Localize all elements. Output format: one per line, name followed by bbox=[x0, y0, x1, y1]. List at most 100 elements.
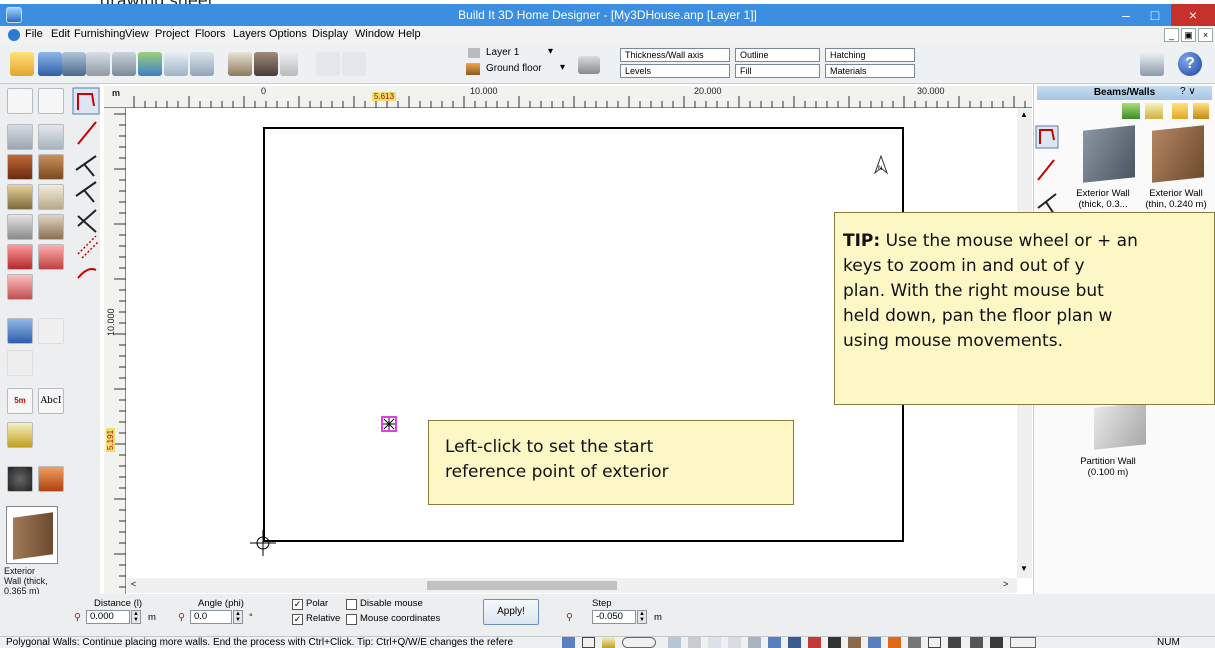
select-arrow-icon[interactable] bbox=[7, 88, 33, 114]
pipe-tool-icon[interactable] bbox=[38, 466, 64, 492]
menu-options[interactable]: Options bbox=[269, 28, 307, 40]
print-icon[interactable] bbox=[112, 52, 136, 76]
levels-dropdown[interactable]: Levels bbox=[620, 64, 730, 78]
help-icon[interactable]: ? bbox=[1178, 52, 1202, 76]
group-tool-icon[interactable] bbox=[7, 466, 33, 492]
mdi-close-button[interactable]: × bbox=[1198, 28, 1213, 42]
lamp-display-icon[interactable] bbox=[848, 637, 861, 648]
person-display-icon[interactable] bbox=[768, 637, 781, 648]
step-input[interactable]: -0.050 bbox=[592, 610, 636, 624]
measure-icon[interactable] bbox=[342, 52, 366, 76]
library-polygon-wall-icon[interactable] bbox=[1035, 125, 1059, 149]
tree-display-icon[interactable] bbox=[788, 637, 801, 648]
exterior-wall-thin-label[interactable]: Exterior Wall (thin, 0.240 m) bbox=[1138, 188, 1214, 210]
menu-file[interactable]: File bbox=[25, 28, 43, 40]
menu-project[interactable]: Project bbox=[155, 28, 189, 40]
maximize-button[interactable]: □ bbox=[1141, 4, 1169, 26]
materials-dropdown[interactable]: Materials bbox=[825, 64, 915, 78]
wall-display-icon[interactable] bbox=[668, 637, 681, 648]
partition-wall-thumbnail[interactable] bbox=[1094, 402, 1146, 450]
menu-view[interactable]: View bbox=[125, 28, 149, 40]
pipe-display-icon[interactable] bbox=[990, 637, 1003, 648]
polygonal-wall-tool-icon[interactable] bbox=[72, 87, 100, 115]
distance-spinner[interactable]: ▲ ▼ bbox=[131, 610, 141, 624]
grid-toggle-icon[interactable] bbox=[582, 637, 595, 648]
minimize-button[interactable]: – bbox=[1112, 4, 1140, 26]
library-rect-wall-icon[interactable] bbox=[1037, 193, 1057, 215]
plant-display-icon[interactable] bbox=[828, 637, 841, 648]
scroll-up-arrow-icon[interactable]: ▲ bbox=[1020, 110, 1028, 119]
floor-selector[interactable]: Ground floor bbox=[486, 63, 542, 74]
mdi-restore-button[interactable]: ▣ bbox=[1181, 28, 1196, 42]
horizontal-scroll-thumb[interactable] bbox=[427, 581, 617, 590]
door-display-icon[interactable] bbox=[688, 637, 701, 648]
redo-icon[interactable] bbox=[86, 52, 110, 76]
save-icon[interactable] bbox=[38, 52, 62, 76]
dormer-tool-icon[interactable] bbox=[38, 244, 64, 270]
menu-display[interactable]: Display bbox=[312, 28, 348, 40]
menu-layers[interactable]: Layers bbox=[233, 28, 266, 40]
image-display-icon[interactable] bbox=[868, 637, 881, 648]
polar-checkbox[interactable]: ✓ bbox=[292, 599, 303, 610]
zoom-window-icon[interactable] bbox=[164, 52, 188, 76]
cross-wall-tool-icon[interactable] bbox=[77, 209, 97, 233]
angle-input[interactable]: 0.0 bbox=[190, 610, 232, 624]
status-layer-icon[interactable] bbox=[562, 637, 575, 648]
roof-red-display-icon[interactable] bbox=[808, 637, 821, 648]
layer-selector[interactable]: Layer 1 bbox=[486, 47, 519, 58]
roof-tool-icon[interactable] bbox=[7, 244, 33, 270]
menu-edit[interactable]: Edit bbox=[51, 28, 70, 40]
step-lock-icon[interactable]: ⚲ bbox=[566, 612, 573, 623]
column-tool-icon[interactable] bbox=[38, 214, 64, 240]
text-display-icon[interactable] bbox=[928, 637, 941, 648]
exterior-wall-thin-thumbnail[interactable] bbox=[1152, 125, 1204, 183]
text-tool-icon[interactable]: AbcI bbox=[38, 388, 64, 414]
step-spinner[interactable]: ▲ ▼ bbox=[637, 610, 647, 624]
open-folder-icon[interactable] bbox=[10, 52, 34, 76]
label-display-icon[interactable] bbox=[1010, 637, 1036, 648]
render-image-icon[interactable] bbox=[138, 52, 162, 76]
library-list-icon[interactable] bbox=[1122, 103, 1140, 119]
wall-tool-icon[interactable] bbox=[7, 124, 33, 150]
dimension-tool-icon[interactable]: 5m bbox=[7, 388, 33, 414]
rectangle-wall-tool-icon[interactable] bbox=[75, 155, 97, 177]
split-view-icon[interactable] bbox=[280, 52, 298, 76]
scroll-left-arrow-icon[interactable]: < bbox=[131, 579, 136, 589]
document-icon[interactable] bbox=[8, 29, 20, 41]
arc-wall-tool-icon[interactable] bbox=[75, 181, 97, 203]
menu-furnishing[interactable]: Furnishing bbox=[74, 28, 125, 40]
library-header-controls[interactable]: ? ∨ bbox=[1180, 86, 1196, 97]
partition-wall-label[interactable]: Partition Wall (0.100 m) bbox=[1073, 456, 1143, 478]
exterior-wall-thick-thumbnail[interactable] bbox=[1083, 125, 1135, 183]
outline-dropdown[interactable]: Outline bbox=[735, 48, 820, 62]
hatch-display-icon[interactable] bbox=[888, 637, 901, 648]
menu-floors[interactable]: Floors bbox=[195, 28, 226, 40]
angle-spinner[interactable]: ▲ ▼ bbox=[233, 610, 243, 624]
floor-dropdown-arrow[interactable]: ▾ bbox=[560, 62, 565, 73]
relative-checkbox[interactable]: ✓ bbox=[292, 614, 303, 625]
layer-dropdown-arrow[interactable]: ▾ bbox=[548, 46, 553, 57]
library-save-icon[interactable] bbox=[1193, 103, 1209, 119]
selected-element-preview[interactable] bbox=[6, 506, 58, 564]
snap-icon[interactable] bbox=[316, 52, 340, 76]
distance-input[interactable]: 0.000 bbox=[86, 610, 130, 624]
3d-view-icon[interactable] bbox=[254, 52, 278, 76]
angle-lock-icon[interactable]: ⚲ bbox=[178, 612, 185, 623]
zoom-fit-icon[interactable] bbox=[190, 52, 214, 76]
furniture-display-icon[interactable] bbox=[748, 637, 761, 648]
print-display-icon[interactable] bbox=[948, 637, 961, 648]
ceiling-tool-icon[interactable] bbox=[38, 184, 64, 210]
scroll-down-arrow-icon[interactable]: ▼ bbox=[1020, 564, 1028, 573]
roof-display-icon[interactable] bbox=[728, 637, 741, 648]
undo-icon[interactable] bbox=[62, 52, 86, 76]
slab-tool-icon[interactable] bbox=[38, 124, 64, 150]
distance-lock-icon[interactable]: ⚲ bbox=[74, 612, 81, 623]
menu-help[interactable]: Help bbox=[398, 28, 421, 40]
snap-mode-icon[interactable] bbox=[622, 637, 656, 648]
pencil-toggle-icon[interactable] bbox=[602, 637, 615, 648]
parallel-wall-tool-icon[interactable] bbox=[77, 235, 99, 259]
floor-manager-icon[interactable] bbox=[578, 56, 600, 74]
stairs-tool-icon[interactable] bbox=[7, 184, 33, 210]
catalog-icon[interactable] bbox=[1140, 52, 1164, 76]
mouse-coordinates-checkbox[interactable] bbox=[346, 614, 357, 625]
